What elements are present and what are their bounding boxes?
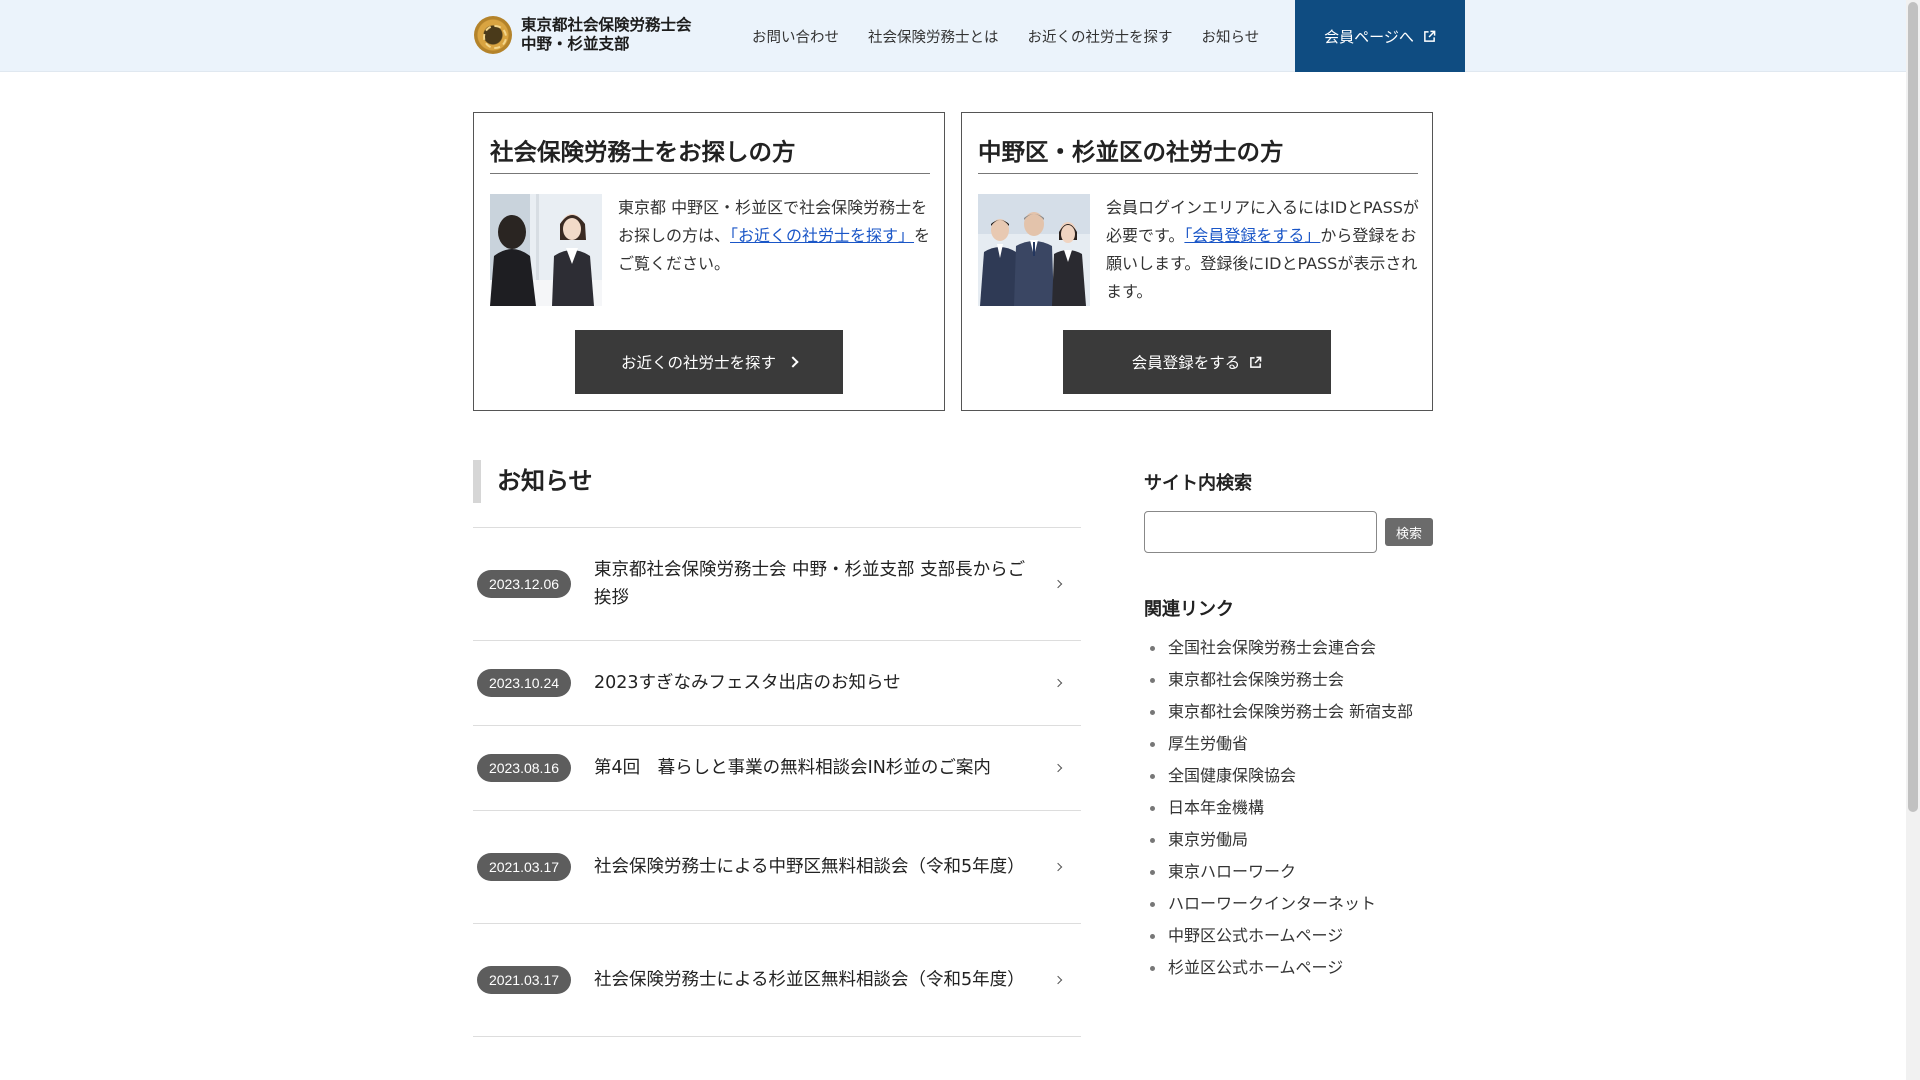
related-link-label: 東京都社会保険労務士会 <box>1168 670 1345 689</box>
bullet-icon <box>1150 645 1155 651</box>
news-item[interactable]: 2023.08.16 第4回 暮らしと事業の無料相談会IN杉並のご案内 <box>473 726 1081 811</box>
chevron-right-icon <box>1053 975 1063 985</box>
related-link[interactable]: 杉並区公式ホームページ <box>1150 952 1413 984</box>
related-link[interactable]: 東京労働局 <box>1150 824 1413 856</box>
scrollbar-thumb[interactable] <box>1908 2 1918 812</box>
related-link[interactable]: ハローワークインターネット <box>1150 888 1413 920</box>
news-date-badge: 2023.12.06 <box>477 570 571 598</box>
news-list: 2023.12.06 東京都社会保険労務士会 中野・杉並支部 支部長からご挨拶 … <box>473 527 1081 1037</box>
chevron-right-icon <box>1053 579 1063 589</box>
site-search-heading: サイト内検索 <box>1144 473 1252 494</box>
related-link[interactable]: 東京都社会保険労務士会 新宿支部 <box>1150 696 1413 728</box>
nav-news[interactable]: お知らせ <box>1202 26 1260 47</box>
consultation-photo <box>490 194 602 306</box>
member-register-card: 中野区・杉並区の社労士の方 会員ログインエリアに入るにはIDとPASSが必要です… <box>961 112 1433 411</box>
news-title: 東京都社会保険労務士会 中野・杉並支部 支部長からご挨拶 <box>594 560 1026 608</box>
related-link-label: 全国社会保険労務士会連合会 <box>1168 638 1377 657</box>
member-register-link[interactable]: 「会員登録をする」 <box>1184 226 1320 245</box>
related-link[interactable]: 厚生労働省 <box>1150 728 1413 760</box>
external-link-icon <box>1249 356 1262 369</box>
news-heading: お知らせ <box>473 460 593 503</box>
news-title: 2023すぎなみフェスタ出店のお知らせ <box>594 673 901 693</box>
chevron-right-icon <box>1053 862 1063 872</box>
related-link-label: 日本年金機構 <box>1168 798 1265 817</box>
nav-find[interactable]: お近くの社労士を探す <box>1028 26 1173 47</box>
site-header: 東京都社会保険労務士会 中野・杉並支部 お問い合わせ 社会保険労務士とは お近く… <box>0 0 1906 72</box>
member-page-button[interactable]: 会員ページへ <box>1295 0 1465 72</box>
related-link[interactable]: 東京都社会保険労務士会 <box>1150 664 1413 696</box>
bullet-icon <box>1150 709 1155 715</box>
bullet-icon <box>1150 741 1155 747</box>
related-link-label: 東京都社会保険労務士会 新宿支部 <box>1168 702 1414 721</box>
find-sharoushi-link[interactable]: 「お近くの社労士を探す」 <box>730 226 914 245</box>
bullet-icon <box>1150 965 1155 971</box>
news-title: 社会保険労務士による中野区無料相談会（令和5年度） <box>594 857 1025 877</box>
org-name-line2: 中野・杉並支部 <box>521 35 630 53</box>
chevron-right-icon <box>1053 763 1063 773</box>
card-title: 社会保険労務士をお探しの方 <box>490 133 930 174</box>
bullet-icon <box>1150 805 1155 811</box>
related-links-list: 全国社会保険労務士会連合会 東京都社会保険労務士会 東京都社会保険労務士会 新宿… <box>1150 632 1413 984</box>
news-title: 第4回 暮らしと事業の無料相談会IN杉並のご案内 <box>594 758 991 778</box>
news-date-badge: 2023.08.16 <box>477 754 571 782</box>
related-link-label: 杉並区公式ホームページ <box>1168 958 1344 977</box>
bullet-icon <box>1150 901 1155 907</box>
bullet-icon <box>1150 677 1155 683</box>
related-link-label: 東京ハローワーク <box>1168 862 1297 881</box>
main-nav: お問い合わせ 社会保険労務士とは お近くの社労士を探す お知らせ <box>752 0 1288 72</box>
related-link-label: 厚生労働省 <box>1168 734 1249 753</box>
external-link-icon <box>1423 30 1436 43</box>
related-link[interactable]: 全国社会保険労務士会連合会 <box>1150 632 1413 664</box>
bullet-icon <box>1150 869 1155 875</box>
bullet-icon <box>1150 933 1155 939</box>
news-item[interactable]: 2023.12.06 東京都社会保険労務士会 中野・杉並支部 支部長からご挨拶 <box>473 528 1081 641</box>
member-page-label: 会員ページへ <box>1324 27 1414 46</box>
related-link[interactable]: 全国健康保険協会 <box>1150 760 1413 792</box>
org-name-line1: 東京都社会保険労務士会 <box>521 16 692 34</box>
news-date-badge: 2021.03.17 <box>477 853 571 881</box>
member-register-button-label: 会員登録をする <box>1131 354 1241 372</box>
card-description: 東京都 中野区・杉並区で社会保険労務士をお探しの方は、「お近くの社労士を探す」を… <box>618 194 934 278</box>
related-link[interactable]: 中野区公式ホームページ <box>1150 920 1413 952</box>
card-title: 中野区・杉並区の社労士の方 <box>978 133 1418 174</box>
related-link-label: ハローワークインターネット <box>1168 894 1377 913</box>
related-link-label: 全国健康保険協会 <box>1168 766 1297 785</box>
related-links-heading: 関連リンク <box>1144 599 1234 620</box>
nav-contact[interactable]: お問い合わせ <box>752 26 839 47</box>
team-photo <box>978 194 1090 306</box>
search-button[interactable]: 検索 <box>1385 518 1433 546</box>
news-date-badge: 2023.10.24 <box>477 669 571 697</box>
find-sharoushi-card: 社会保険労務士をお探しの方 東京都 中野区・杉並区で社会保険労務士をお探しの方は… <box>473 112 945 411</box>
news-date-badge: 2021.03.17 <box>477 966 571 994</box>
related-link[interactable]: 東京ハローワーク <box>1150 856 1413 888</box>
chevron-right-icon <box>787 356 799 368</box>
org-name: 東京都社会保険労務士会 中野・杉並支部 <box>521 16 692 54</box>
card-description: 会員ログインエリアに入るにはIDとPASSが必要です。「会員登録をする」から登録… <box>1106 194 1422 306</box>
bullet-icon <box>1150 773 1155 779</box>
chevron-right-icon <box>1053 678 1063 688</box>
bullet-icon <box>1150 837 1155 843</box>
news-item[interactable]: 2023.10.24 2023すぎなみフェスタ出店のお知らせ <box>473 641 1081 726</box>
news-item[interactable]: 2021.03.17 社会保険労務士による中野区無料相談会（令和5年度） <box>473 811 1081 924</box>
site-logo[interactable]: 東京都社会保険労務士会 中野・杉並支部 <box>474 16 692 54</box>
news-item[interactable]: 2021.03.17 社会保険労務士による杉並区無料相談会（令和5年度） <box>473 924 1081 1037</box>
related-link[interactable]: 日本年金機構 <box>1150 792 1413 824</box>
site-search-input[interactable] <box>1144 511 1377 553</box>
related-link-label: 東京労働局 <box>1168 830 1249 849</box>
nav-about[interactable]: 社会保険労務士とは <box>868 26 999 47</box>
member-register-button[interactable]: 会員登録をする <box>1063 330 1331 394</box>
find-sharoushi-button[interactable]: お近くの社労士を探す <box>575 330 843 394</box>
related-link-label: 中野区公式ホームページ <box>1168 926 1344 945</box>
logo-emblem-icon <box>474 16 512 54</box>
news-title: 社会保険労務士による杉並区無料相談会（令和5年度） <box>594 970 1025 990</box>
find-sharoushi-button-label: お近くの社労士を探す <box>620 354 776 372</box>
